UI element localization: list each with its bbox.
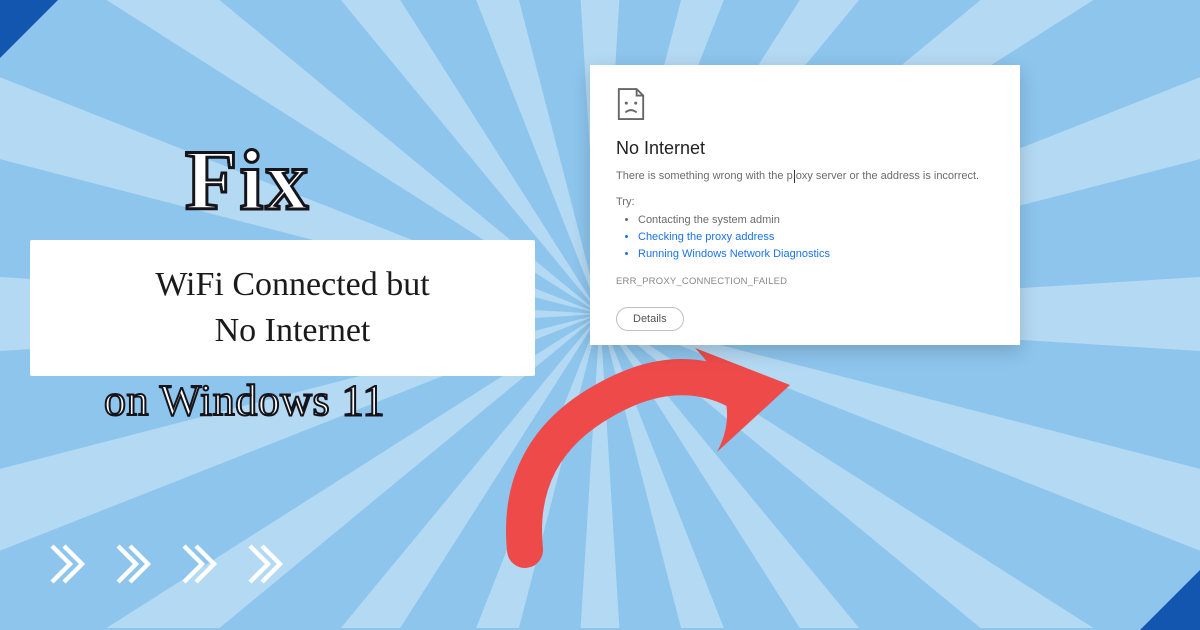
sad-document-icon xyxy=(616,87,646,121)
browser-error-page: No Internet There is something wrong wit… xyxy=(590,65,1020,345)
title-box: WiFi Connected but No Internet xyxy=(30,240,535,376)
corner-decoration-top-left xyxy=(0,0,60,60)
error-code: ERR_PROXY_CONNECTION_FAILED xyxy=(616,276,994,287)
try-label: Try: xyxy=(616,196,994,208)
corner-decoration-bottom-right xyxy=(1140,568,1200,630)
suggestion-link-diagnostics[interactable]: Running Windows Network Diagnostics xyxy=(638,246,994,263)
details-button[interactable]: Details xyxy=(616,307,684,331)
curved-arrow-icon xyxy=(485,330,825,590)
chevron-right-icon xyxy=(106,540,154,588)
chevron-decoration-row xyxy=(40,540,286,588)
subtitle-text: on Windows 11 xyxy=(104,375,385,426)
title-line-2: No Internet xyxy=(70,308,515,354)
title-line-1: WiFi Connected but xyxy=(70,262,515,308)
suggestion-item-admin: Contacting the system admin xyxy=(638,212,994,229)
text-cursor-icon xyxy=(794,170,795,183)
error-heading: No Internet xyxy=(616,138,994,159)
error-description: There is something wrong with the poxy s… xyxy=(616,169,994,184)
suggestion-list: Contacting the system admin Checking the… xyxy=(638,212,994,263)
chevron-right-icon xyxy=(172,540,220,588)
error-desc-part2: oxy server or the address is incorrect. xyxy=(796,170,979,182)
suggestion-link-proxy[interactable]: Checking the proxy address xyxy=(638,229,994,246)
error-desc-part1: There is something wrong with the p xyxy=(616,170,793,182)
chevron-right-icon xyxy=(238,540,286,588)
headline-fix: Fix xyxy=(185,130,310,230)
chevron-right-icon xyxy=(40,540,88,588)
